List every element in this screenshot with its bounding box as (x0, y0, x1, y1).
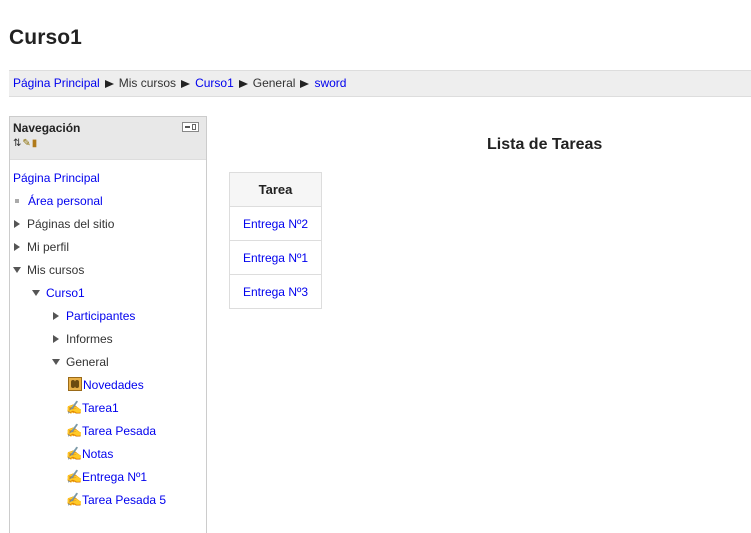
nav-item-label: General (66, 355, 109, 369)
breadcrumb-my-courses: Mis cursos (118, 76, 177, 90)
nav-item-label[interactable]: Tarea Pesada (82, 424, 156, 438)
task-link[interactable]: Entrega Nº1 (243, 251, 308, 265)
nav-item-course1[interactable]: Curso1 (32, 285, 85, 301)
block-move-tools[interactable]: ⇅✎▮ (13, 138, 38, 149)
breadcrumb-course-link[interactable]: Curso1 (195, 76, 234, 90)
breadcrumb-separator-icon (104, 80, 114, 88)
nav-item-news-forum[interactable]: Novedades (68, 377, 144, 393)
table-row: Entrega Nº1 (229, 240, 322, 275)
main-heading: Lista de Tareas (487, 136, 603, 153)
nav-item-my-courses[interactable]: Mis cursos (13, 262, 84, 278)
assignment-icon: ✍ (66, 446, 83, 461)
nav-item-label[interactable]: Participantes (66, 309, 135, 323)
nav-item-participants[interactable]: Participantes (53, 308, 135, 324)
breadcrumb-separator-icon (238, 80, 248, 88)
expand-icon[interactable] (14, 220, 20, 228)
nav-item-tarea-pesada-5[interactable]: ✍Tarea Pesada 5 (66, 492, 166, 508)
nav-item-label[interactable]: Tarea1 (82, 401, 119, 415)
nav-item-general[interactable]: General (52, 354, 109, 370)
navigation-header: Navegación ⇅✎▮ (10, 116, 206, 160)
table-row: Entrega Nº2 (229, 206, 322, 241)
assignment-icon: ✍ (66, 400, 83, 415)
nav-item-entrega-1[interactable]: ✍Entrega Nº1 (66, 469, 147, 485)
breadcrumb-section: General (252, 76, 296, 90)
edit-icon[interactable]: ✎ (22, 138, 31, 149)
nav-item-reports[interactable]: Informes (53, 331, 113, 347)
navigation-title: Navegación (13, 121, 81, 135)
nav-item-notas[interactable]: ✍Notas (66, 446, 113, 462)
page: Curso1 Página Principal Mis cursos Curso1 G… (0, 0, 751, 533)
task-link[interactable]: Entrega Nº3 (243, 285, 308, 299)
nav-item-label[interactable]: Área personal (28, 194, 103, 208)
bullet-icon (15, 199, 19, 203)
nav-item-label: Informes (66, 332, 113, 346)
nav-item-home[interactable]: Página Principal (13, 170, 100, 186)
move-icon[interactable]: ⇅ (13, 138, 22, 149)
table-cell: Entrega Nº3 (229, 274, 322, 309)
dock-block-icon[interactable] (182, 122, 199, 132)
breadcrumb: Página Principal Mis cursos Curso1 General s… (9, 70, 751, 97)
table-header-tarea: Tarea (229, 172, 322, 207)
nav-item-label[interactable]: Página Principal (13, 171, 100, 185)
nav-item-dashboard[interactable]: Área personal (13, 193, 103, 209)
nav-item-label: Mi perfil (27, 240, 70, 254)
expand-icon[interactable] (53, 335, 59, 343)
collapse-icon[interactable] (52, 359, 60, 365)
nav-item-label[interactable]: Novedades (83, 378, 144, 392)
forum-icon (68, 377, 82, 391)
nav-item-label[interactable]: Tarea Pesada 5 (82, 493, 166, 507)
nav-item-label: Mis cursos (27, 263, 85, 277)
nav-item-label[interactable]: Notas (82, 447, 113, 461)
assignment-icon: ✍ (66, 492, 83, 507)
collapse-icon[interactable] (32, 290, 40, 296)
nav-item-label[interactable]: Entrega Nº1 (82, 470, 147, 484)
nav-item-tarea1[interactable]: ✍Tarea1 (66, 400, 119, 416)
navigation-block: Navegación ⇅✎▮ Página Principal Área per… (9, 116, 207, 533)
roles-icon[interactable]: ▮ (32, 138, 39, 149)
collapse-icon[interactable] (13, 267, 21, 273)
expand-icon[interactable] (14, 243, 20, 251)
breadcrumb-home-link[interactable]: Página Principal (13, 76, 100, 90)
nav-item-site-pages[interactable]: Páginas del sitio (14, 216, 114, 232)
task-table: Tarea Entrega Nº2 Entrega Nº1 Entrega Nº… (229, 172, 322, 309)
expand-icon[interactable] (53, 312, 59, 320)
breadcrumb-current-link[interactable]: sword (314, 76, 346, 90)
nav-item-my-profile[interactable]: Mi perfil (14, 239, 69, 255)
table-row: Entrega Nº3 (229, 274, 322, 309)
assignment-icon: ✍ (66, 469, 83, 484)
breadcrumb-separator-icon (300, 80, 310, 88)
table-cell: Entrega Nº1 (229, 240, 322, 275)
task-link[interactable]: Entrega Nº2 (243, 217, 308, 231)
breadcrumb-separator-icon (181, 80, 191, 88)
table-header-row: Tarea (229, 172, 322, 207)
nav-item-label: Páginas del sitio (27, 217, 115, 231)
table-cell: Entrega Nº2 (229, 206, 322, 241)
page-title: Curso1 (9, 26, 82, 49)
nav-item-tarea-pesada[interactable]: ✍Tarea Pesada (66, 423, 156, 439)
nav-item-label[interactable]: Curso1 (46, 286, 85, 300)
assignment-icon: ✍ (66, 423, 83, 438)
